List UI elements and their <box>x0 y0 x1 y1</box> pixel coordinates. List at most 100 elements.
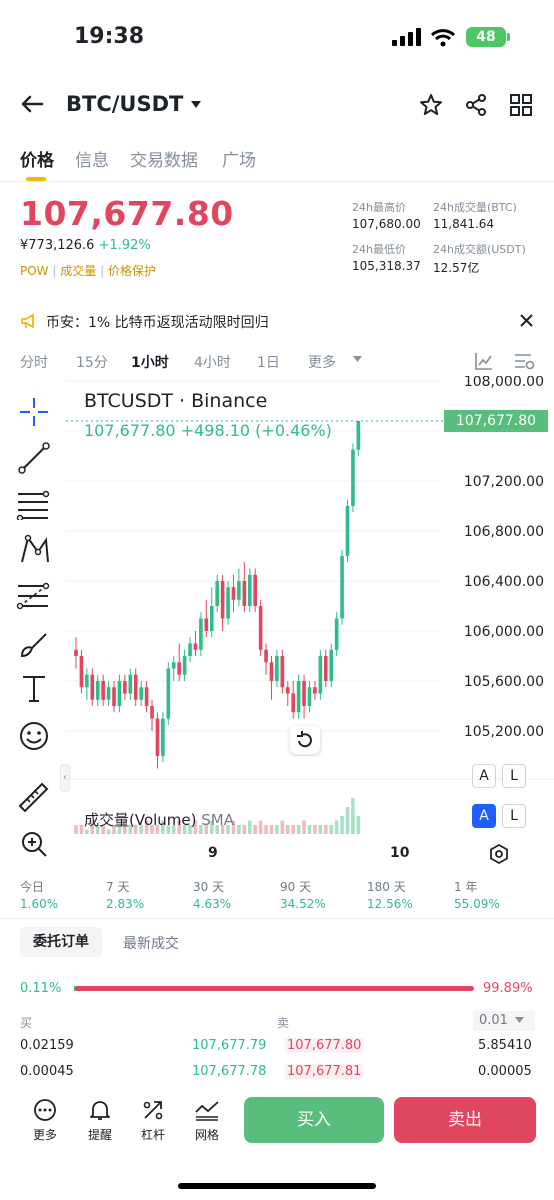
sell-button[interactable]: 卖出 <box>394 1097 536 1143</box>
x-tick-10: 10 <box>390 845 410 861</box>
star-icon[interactable] <box>419 93 443 117</box>
interval-more[interactable]: 更多 <box>308 352 336 372</box>
volume-bar <box>264 825 268 834</box>
tab-info[interactable]: 信息 <box>75 146 109 171</box>
y-tick-label: 106,400.00 <box>464 574 544 590</box>
candle-body <box>313 687 317 694</box>
nav-margin[interactable]: 杠杆 <box>137 1098 169 1144</box>
tab-trading-data[interactable]: 交易数据 <box>130 146 198 171</box>
stat-high-value: 107,680.00 <box>352 217 421 231</box>
tab-square[interactable]: 广场 <box>222 146 256 171</box>
hexagon-settings-icon[interactable] <box>488 843 510 865</box>
volume-log-button[interactable]: L <box>502 804 526 828</box>
candle-body <box>285 687 290 694</box>
close-icon[interactable] <box>520 314 533 327</box>
volume-bar <box>329 825 334 834</box>
volume-bar <box>269 825 274 834</box>
candle-body <box>334 618 339 650</box>
y-tick-label: 107,200.00 <box>464 474 544 490</box>
interval-1h[interactable]: 1小时 <box>131 352 169 372</box>
reset-chart-button[interactable] <box>290 726 320 754</box>
horizontal-lines-icon[interactable] <box>16 488 50 520</box>
emoji-icon[interactable] <box>18 720 50 752</box>
price-sub: ¥773,126.6 +1.92% <box>20 238 151 253</box>
crosshair-icon[interactable] <box>18 396 50 428</box>
caret-down-icon[interactable] <box>190 99 202 109</box>
trend-line-icon[interactable] <box>18 442 50 474</box>
grid-icon[interactable] <box>510 94 532 116</box>
volume-bar <box>296 825 301 834</box>
candle-body <box>193 643 198 650</box>
candle-body <box>171 662 176 669</box>
period-value: 4.63% <box>193 897 232 911</box>
candle-body <box>106 687 111 700</box>
indicator-icon[interactable] <box>474 351 494 371</box>
brush-icon[interactable] <box>18 628 50 660</box>
ruler-icon[interactable] <box>16 780 50 814</box>
candle-body <box>329 649 334 681</box>
tag-price-protection[interactable]: 价格保护 <box>108 264 156 278</box>
more-caret-icon[interactable] <box>353 356 362 363</box>
stat-vol-btc-value: 11,841.64 <box>433 217 495 231</box>
perf-divider <box>0 918 554 919</box>
volume-bar <box>247 820 252 834</box>
volume-bar <box>237 825 241 834</box>
stat-high-label: 24h最高价 <box>352 201 406 214</box>
notice-bar[interactable]: 币安：1% 比特币返现活动限时回归 <box>0 306 554 336</box>
interval-15m[interactable]: 15分 <box>76 352 108 372</box>
sell-header: 卖 <box>277 1016 290 1030</box>
candle-body <box>220 581 225 619</box>
volume-label: 成交量(Volume) SMA <box>84 809 234 830</box>
nav-alert[interactable]: 提醒 <box>84 1098 116 1144</box>
zoom-in-icon[interactable] <box>20 830 48 858</box>
buy-button[interactable]: 买入 <box>244 1097 384 1143</box>
current-price-tag: 107,677.80 <box>444 410 548 432</box>
nav-grid[interactable]: 网格 <box>191 1098 223 1144</box>
price-change: +1.92% <box>98 238 151 253</box>
candlestick-chart[interactable]: 108,000.00 107,200.00 106,800.00 106,400.00… <box>66 376 554 876</box>
candle-body <box>247 574 252 606</box>
fibonacci-icon[interactable] <box>16 580 50 612</box>
tab-price[interactable]: 价格 <box>20 146 54 171</box>
tag-pow[interactable]: POW <box>20 264 49 278</box>
candle-body <box>155 718 160 756</box>
candle-body <box>253 574 257 606</box>
interval-4h[interactable]: 4小时 <box>194 352 231 372</box>
tab-latest-trades[interactable]: 最新成交 <box>123 933 179 953</box>
volume-bar <box>291 825 295 834</box>
volume-bar <box>258 820 263 834</box>
candle-body <box>166 668 171 719</box>
candle-body <box>188 643 192 656</box>
auto-scale-button[interactable]: A <box>472 764 496 788</box>
pair-title[interactable]: BTC/USDT <box>66 92 183 116</box>
period-value: 12.56% <box>367 897 413 911</box>
period-value: 34.52% <box>280 897 326 911</box>
tag-volume[interactable]: 成交量 <box>60 264 96 278</box>
back-arrow-icon[interactable] <box>20 94 44 114</box>
log-scale-button[interactable]: L <box>502 764 526 788</box>
candle-body <box>258 606 263 650</box>
chart-settings-icon[interactable] <box>513 351 535 371</box>
y-tick-label: 105,200.00 <box>464 724 544 740</box>
precision-select[interactable]: 0.01 <box>473 1011 535 1031</box>
volume-auto-button[interactable]: A <box>472 804 496 828</box>
y-tick-label: 105,600.00 <box>464 674 544 690</box>
share-icon[interactable] <box>464 93 488 117</box>
tab-order-book[interactable]: 委托订单 <box>20 927 102 957</box>
nav-alert-label: 提醒 <box>87 1128 112 1142</box>
nav-more[interactable]: 更多 <box>29 1098 61 1144</box>
chart-area[interactable]: ‹ 108,000.00 107,200.00 106,800.00 106,400.… <box>0 376 554 876</box>
sell-ratio: 99.89% <box>483 981 533 996</box>
bell-icon <box>90 1101 110 1120</box>
interval-1d[interactable]: 1日 <box>257 352 280 372</box>
precision-caret-icon <box>515 1017 524 1023</box>
nav-margin-label: 杠杆 <box>140 1128 165 1142</box>
volume-bar <box>323 825 328 834</box>
candle-body <box>199 618 203 650</box>
interval-line[interactable]: 分时 <box>20 352 48 372</box>
candle-body <box>128 674 133 694</box>
pattern-icon[interactable] <box>18 534 50 566</box>
text-tool-icon[interactable] <box>20 674 48 704</box>
period-label: 30 天 <box>193 880 225 894</box>
wifi-icon <box>430 29 456 47</box>
